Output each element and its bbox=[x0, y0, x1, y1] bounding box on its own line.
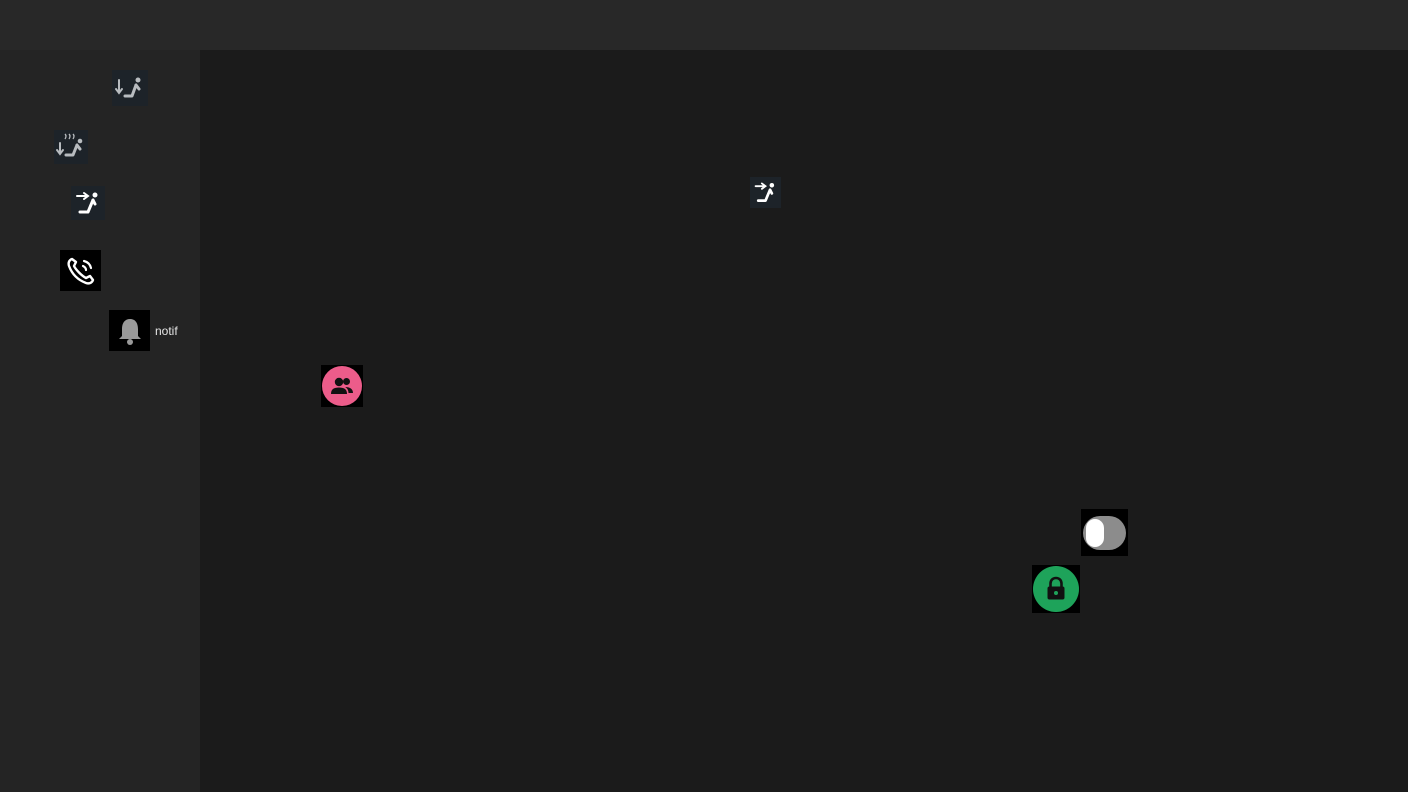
lock-icon bbox=[1047, 576, 1065, 600]
seat-heat-down-icon bbox=[56, 133, 83, 157]
people-group-icon bbox=[331, 377, 353, 394]
seat-heat-down-button[interactable] bbox=[54, 130, 88, 164]
lock-button[interactable] bbox=[1032, 565, 1080, 613]
people-group-badge bbox=[322, 366, 362, 406]
seat-recline-forward-icon bbox=[754, 182, 775, 203]
toggle-switch[interactable] bbox=[1081, 509, 1128, 556]
toggle-track bbox=[1083, 515, 1126, 550]
notification-button[interactable] bbox=[109, 310, 150, 351]
seat-recline-down-button[interactable] bbox=[112, 70, 148, 106]
phone-call-button[interactable] bbox=[60, 250, 101, 291]
seat-recline-forward-main-button[interactable] bbox=[750, 177, 781, 208]
top-bar bbox=[0, 0, 1408, 50]
seat-recline-forward-button[interactable] bbox=[71, 186, 105, 220]
main-area bbox=[200, 50, 1408, 792]
phone-call-icon bbox=[66, 257, 94, 285]
seat-recline-down-icon bbox=[115, 77, 141, 98]
seat-recline-forward-icon bbox=[76, 192, 98, 214]
toggle-knob bbox=[1086, 518, 1104, 547]
people-group-button[interactable] bbox=[321, 365, 363, 407]
bell-icon bbox=[118, 318, 141, 345]
lock-badge bbox=[1033, 566, 1079, 612]
notification-label: notif bbox=[155, 324, 178, 338]
sidebar bbox=[0, 50, 200, 792]
